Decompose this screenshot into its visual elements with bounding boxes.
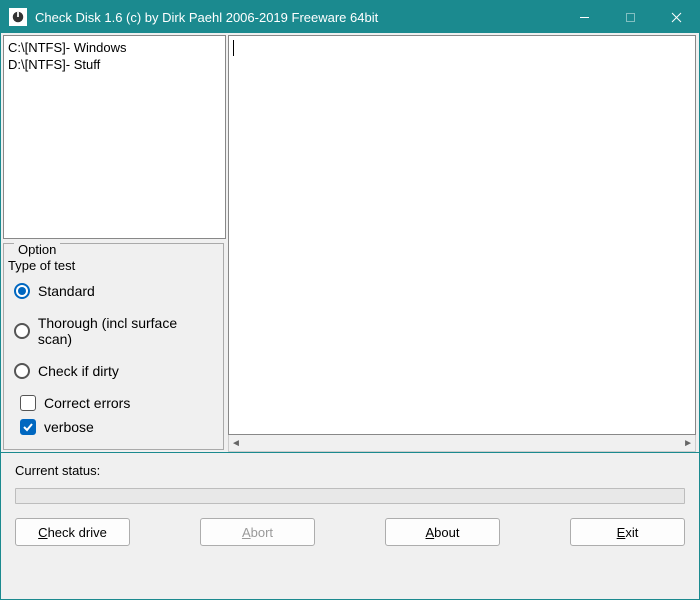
radio-thorough[interactable]: Thorough (incl surface scan): [14, 315, 213, 347]
left-column: C:\[NTFS]- Windows D:\[NTFS]- Stuff Opti…: [1, 33, 226, 452]
scroll-left-icon[interactable]: ◄: [231, 438, 241, 449]
checkbox-icon: [20, 419, 36, 435]
output-column: ◄ ►: [228, 35, 696, 452]
option-panel: Option Type of test Standard Thorough (i…: [3, 243, 224, 450]
exit-button[interactable]: Exit: [570, 518, 685, 546]
radio-icon: [14, 363, 30, 379]
checkbox-icon: [20, 395, 36, 411]
radio-label: Standard: [38, 283, 95, 299]
maximize-button[interactable]: [607, 1, 653, 33]
radio-label: Thorough (incl surface scan): [38, 315, 213, 347]
checkbox-verbose[interactable]: verbose: [20, 419, 213, 435]
main-row: C:\[NTFS]- Windows D:\[NTFS]- Stuff Opti…: [1, 33, 699, 453]
type-of-test-label: Type of test: [8, 258, 213, 273]
checkbox-label: Correct errors: [44, 395, 130, 411]
abort-button[interactable]: Abort: [200, 518, 315, 546]
app-icon: [9, 8, 27, 26]
drive-item[interactable]: D:\[NTFS]- Stuff: [8, 56, 221, 73]
horizontal-scrollbar[interactable]: ◄ ►: [228, 435, 696, 452]
titlebar: Check Disk 1.6 (c) by Dirk Paehl 2006-20…: [1, 1, 699, 33]
checkbox-label: verbose: [44, 419, 94, 435]
radio-icon: [14, 283, 30, 299]
text-caret: [233, 40, 234, 56]
radio-icon: [14, 323, 30, 339]
progress-bar: [15, 488, 685, 504]
window-controls: [561, 1, 699, 33]
option-panel-title: Option: [14, 242, 60, 257]
minimize-button[interactable]: [561, 1, 607, 33]
scroll-right-icon[interactable]: ►: [683, 438, 693, 449]
drive-list[interactable]: C:\[NTFS]- Windows D:\[NTFS]- Stuff: [3, 35, 226, 239]
window-title: Check Disk 1.6 (c) by Dirk Paehl 2006-20…: [35, 10, 561, 25]
app-window: Check Disk 1.6 (c) by Dirk Paehl 2006-20…: [0, 0, 700, 600]
radio-check-if-dirty[interactable]: Check if dirty: [14, 363, 213, 379]
check-drive-button[interactable]: Check drive: [15, 518, 130, 546]
radio-label: Check if dirty: [38, 363, 119, 379]
status-label: Current status:: [15, 463, 685, 478]
output-textarea[interactable]: [228, 35, 696, 435]
about-button[interactable]: About: [385, 518, 500, 546]
drive-item[interactable]: C:\[NTFS]- Windows: [8, 39, 221, 56]
status-area: Current status: Check drive Abort About …: [1, 453, 699, 558]
close-button[interactable]: [653, 1, 699, 33]
button-row: Check drive Abort About Exit: [15, 518, 685, 546]
radio-standard[interactable]: Standard: [14, 283, 213, 299]
checkbox-correct-errors[interactable]: Correct errors: [20, 395, 213, 411]
